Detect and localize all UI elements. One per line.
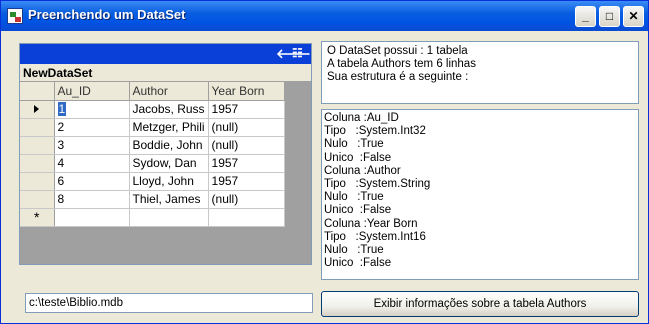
new-cell-au-id[interactable]: [54, 208, 130, 227]
main-window: Preenchendo um DataSet _ □ ✕ 🡐 ☷ NewData…: [0, 0, 649, 324]
cell-author[interactable]: Lloyd, John: [129, 172, 209, 191]
structure-line: Tipo :System.Int32: [324, 125, 426, 138]
new-cell-author[interactable]: [129, 208, 209, 227]
data-grid[interactable]: 🡐 ☷ NewDataSet Au_ID Author Year Born 1 …: [19, 43, 312, 265]
minimize-button[interactable]: _: [575, 6, 596, 27]
dataset-info-box[interactable]: O DataSet possui : 1 tabela A tabela Aut…: [321, 41, 639, 104]
cell-year-born[interactable]: (null): [208, 190, 285, 209]
title-bar[interactable]: Preenchendo um DataSet _ □ ✕: [1, 1, 648, 31]
row-header[interactable]: [20, 136, 55, 155]
structure-line: Unico :False: [324, 257, 392, 270]
row-header-corner[interactable]: [20, 82, 55, 101]
table-row[interactable]: 6 Lloyd, John 1957: [20, 172, 285, 191]
row-header[interactable]: [20, 118, 55, 137]
cell-author[interactable]: Thiel, James: [129, 190, 209, 209]
row-pointer-icon: [34, 105, 40, 113]
info-line: A tabela Authors tem 6 linhas: [327, 58, 476, 70]
row-header[interactable]: [20, 172, 55, 191]
info-line: O DataSet possui : 1 tabela: [327, 45, 468, 57]
cell-author[interactable]: Boddie, John: [129, 136, 209, 155]
parent-table-label: NewDataSet: [23, 66, 93, 80]
structure-line: Coluna :Au_ID: [324, 112, 399, 124]
column-header-author[interactable]: Author: [129, 82, 209, 101]
cell-au-id[interactable]: 6: [54, 172, 130, 191]
structure-line: Tipo :System.Int16: [324, 230, 426, 243]
show-parent-rows-icon[interactable]: ☷: [292, 46, 303, 60]
cell-year-born[interactable]: 1957: [208, 172, 285, 191]
grid-caption-bar: 🡐 ☷: [20, 44, 311, 64]
cell-author[interactable]: Sydow, Dan: [129, 154, 209, 173]
database-path-field[interactable]: c:\teste\Biblio.mdb: [25, 293, 313, 313]
cell-year-born[interactable]: 1957: [208, 100, 285, 119]
column-header-year-born[interactable]: Year Born: [208, 82, 285, 101]
row-header[interactable]: [20, 190, 55, 209]
structure-line: Coluna :Year Born: [324, 217, 418, 230]
new-row[interactable]: *: [20, 208, 285, 227]
table-row[interactable]: 1 Jacobs, Russ 1957: [20, 100, 285, 119]
parent-rows-panel: NewDataSet: [20, 64, 311, 82]
cell-au-id[interactable]: 3: [54, 136, 130, 155]
table-row[interactable]: 3 Boddie, John (null): [20, 136, 285, 155]
new-cell-year-born[interactable]: [208, 208, 285, 227]
structure-line: Nulo :True: [324, 191, 384, 204]
selected-cell-text: 1: [57, 102, 67, 116]
info-line: Sua estrutura é a seguinte :: [327, 71, 469, 83]
cell-year-born[interactable]: (null): [208, 136, 285, 155]
new-row-header[interactable]: *: [20, 208, 55, 227]
structure-line: Unico :False: [324, 151, 392, 164]
app-icon[interactable]: [7, 8, 23, 24]
cell-author[interactable]: Jacobs, Russ: [129, 100, 209, 119]
table-row[interactable]: 8 Thiel, James (null): [20, 190, 285, 209]
structure-line: Coluna :Author: [324, 164, 401, 177]
cell-year-born[interactable]: 1957: [208, 154, 285, 173]
structure-line: Tipo :System.String: [324, 178, 431, 191]
current-row-indicator[interactable]: [20, 100, 55, 119]
cell-au-id[interactable]: 2: [54, 118, 130, 137]
table-row[interactable]: 2 Metzger, Phili (null): [20, 118, 285, 137]
header-row: Au_ID Author Year Born: [20, 82, 285, 101]
table-structure-box[interactable]: Coluna :Au_ID Tipo :System.Int32 Nulo :T…: [321, 109, 639, 280]
new-row-marker-icon: *: [34, 209, 40, 225]
structure-line: Nulo :True: [324, 138, 384, 151]
cell-au-id[interactable]: 8: [54, 190, 130, 209]
grid-table: Au_ID Author Year Born 1 Jacobs, Russ 19…: [20, 82, 285, 227]
close-button[interactable]: ✕: [623, 6, 644, 27]
window-title: Preenchendo um DataSet: [28, 7, 186, 22]
maximize-button[interactable]: □: [599, 6, 620, 27]
table-row[interactable]: 4 Sydow, Dan 1957: [20, 154, 285, 173]
cell-author[interactable]: Metzger, Phili: [129, 118, 209, 137]
show-table-info-button[interactable]: Exibir informações sobre a tabela Author…: [321, 291, 639, 317]
row-header[interactable]: [20, 154, 55, 173]
cell-au-id[interactable]: 1: [54, 100, 130, 119]
column-header-au-id[interactable]: Au_ID: [54, 82, 130, 101]
cell-au-id[interactable]: 4: [54, 154, 130, 173]
structure-line: Nulo :True: [324, 244, 384, 257]
cell-year-born[interactable]: (null): [208, 118, 285, 137]
structure-line: Unico :False: [324, 204, 392, 217]
